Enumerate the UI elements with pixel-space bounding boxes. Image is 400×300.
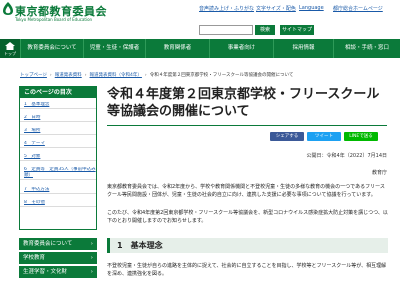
- toc-item-datetime[interactable]: 2 日時: [20, 115, 96, 122]
- title-divider: [107, 125, 387, 126]
- page-toc: このページの目次 1 基本理念 2 日時 3 場所 4 テーマ 5 対象 6 定…: [19, 86, 97, 230]
- global-nav: トップ 教育委員会について 児童・生徒・保護者 教育関係者 事業者向け 採用情報…: [0, 39, 400, 58]
- site-name-en: Tokyo Metropolitan Board of Education: [15, 17, 93, 22]
- toc-item-target[interactable]: 5 対象: [20, 154, 96, 161]
- nav-item-recruit[interactable]: 採用情報: [273, 39, 333, 58]
- side-link-school[interactable]: 学校教育: [19, 252, 97, 265]
- page-title: 令和４年度第２回東京都学校・フリースクール等協議会の開催について: [107, 87, 380, 119]
- home-icon: [5, 42, 15, 50]
- breadcrumb-separator: ›: [144, 73, 147, 78]
- toc-item-theme[interactable]: 4 テーマ: [20, 141, 96, 148]
- nav-item-students[interactable]: 児童・生徒・保護者: [83, 39, 145, 58]
- nav-item-consult[interactable]: 相談・手続・窓口: [333, 39, 400, 58]
- publish-date: 公開日：令和4年（2022）7月14日: [306, 153, 387, 159]
- tokyo-logo-icon[interactable]: [3, 2, 13, 15]
- toc-item-capacity[interactable]: 6 定員等 定員35人（事前申込み順）: [20, 167, 96, 180]
- breadcrumb-current: 令和４年度第２回東京都学校・フリースクール等協議会の開催について: [149, 73, 294, 78]
- intro-paragraph: このたび、令和4年度第2回東京都学校・フリースクール等協議会を、新型コロナウイル…: [107, 210, 388, 224]
- toc-heading: このページの目次: [20, 87, 96, 98]
- line-share-button[interactable]: LINEで送る: [344, 132, 378, 141]
- side-link-lifelong[interactable]: 生涯学習・文化財: [19, 266, 97, 279]
- site-header: 東京都教育委員会 Tokyo Metropolitan Board of Edu…: [0, 0, 400, 38]
- language-link[interactable]: Language: [299, 5, 324, 11]
- nav-home[interactable]: トップ: [0, 39, 20, 58]
- section-paragraph: 不登校児童・生徒が自らの進路を主体的に捉えて、社会的に自立することを目指し、学校…: [107, 263, 387, 277]
- metro-link[interactable]: 都庁総合ホームページ: [333, 5, 383, 12]
- facebook-share-button[interactable]: シェアする: [270, 132, 304, 141]
- department: 教育庁: [371, 170, 387, 176]
- toc-item-philosophy[interactable]: 1 基本理念: [20, 102, 96, 109]
- toc-item-place[interactable]: 3 場所: [20, 128, 96, 135]
- toc-item-other[interactable]: 8 その他: [20, 200, 96, 207]
- font-color-link[interactable]: 文字サイズ・配色: [256, 5, 296, 12]
- sitemap-button[interactable]: サイトマップ: [280, 25, 314, 35]
- furigana-link[interactable]: 音声読み上げ・ふりがな: [199, 5, 254, 12]
- toc-item-apply[interactable]: 7 申込方法: [20, 187, 96, 194]
- nav-item-board[interactable]: 教育委員会について: [20, 39, 83, 58]
- nav-home-label: トップ: [4, 51, 16, 56]
- tweet-button[interactable]: ツイート: [307, 132, 341, 141]
- intro-paragraph: 東京都教育委員会では、令和2年度から、学校や教育関係機関と不登校児童・生徒の多様…: [107, 184, 385, 198]
- breadcrumb-separator: ›: [84, 73, 87, 78]
- section-heading: 1 基本理念: [107, 238, 388, 253]
- breadcrumb-press-r4[interactable]: 報道発表資料（令和4年）: [90, 73, 142, 78]
- breadcrumb-top[interactable]: トップページ: [20, 73, 47, 78]
- search-button[interactable]: 検索: [255, 25, 275, 35]
- search-input[interactable]: [199, 25, 253, 35]
- breadcrumb-separator: ›: [49, 73, 52, 78]
- section-heading-text: 1 基本理念: [117, 241, 163, 250]
- nav-item-business[interactable]: 事業者向け: [209, 39, 273, 58]
- breadcrumb-press[interactable]: 報道発表資料: [55, 73, 82, 78]
- breadcrumb: トップページ › 報道発表資料 › 報道発表資料（令和4年） › 令和４年度第２回東京都学校…: [20, 72, 293, 78]
- side-link-board[interactable]: 教育委員会について: [19, 238, 97, 251]
- nav-item-educators[interactable]: 教育関係者: [145, 39, 209, 58]
